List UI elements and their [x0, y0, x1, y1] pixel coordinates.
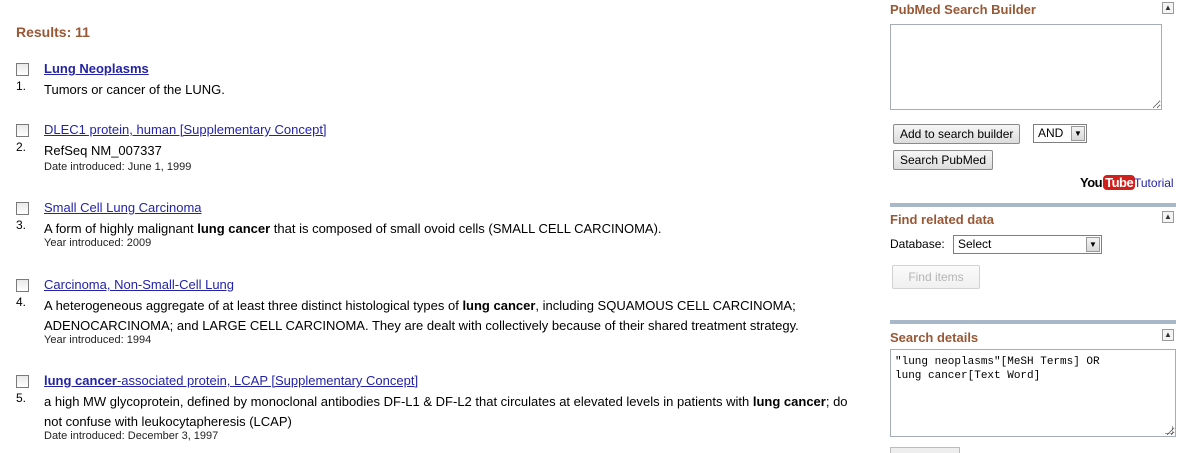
database-label: Database: [890, 237, 945, 251]
youtube-logo[interactable]: You Tube [1080, 175, 1136, 190]
search-builder-title: PubMed Search Builder [890, 2, 1036, 17]
search-details-textarea[interactable]: "lung neoplasms"[MeSH Terms] OR lung can… [890, 349, 1176, 437]
section-divider [890, 203, 1176, 207]
resize-grip-icon[interactable] [1165, 426, 1173, 434]
result-description: Tumors or cancer of the LUNG. [44, 82, 225, 97]
result-description: a high MW glycoprotein, defined by monoc… [44, 394, 848, 429]
collapse-icon[interactable]: ▲ [1162, 211, 1174, 223]
result-description: A heterogeneous aggregate of at least th… [44, 298, 799, 333]
result-title-link[interactable]: Carcinoma, Non-Small-Cell Lung [44, 277, 234, 292]
collapse-icon[interactable]: ▲ [1162, 2, 1174, 14]
result-title-link[interactable]: lung cancer-associated protein, LCAP [Su… [44, 373, 418, 388]
result-number: 5. [16, 391, 27, 405]
database-select[interactable]: Select ▼ [953, 235, 1102, 254]
search-pubmed-button[interactable]: Search PubMed [893, 150, 994, 170]
operator-select[interactable]: AND ▼ [1033, 124, 1087, 143]
search-button-partial[interactable] [890, 447, 960, 453]
search-builder-textarea[interactable] [890, 24, 1162, 110]
result-title-link[interactable]: Lung Neoplasms [44, 61, 149, 76]
chevron-down-icon: ▼ [1086, 237, 1100, 252]
result-title-link[interactable]: Small Cell Lung Carcinoma [44, 200, 202, 215]
result-number: 3. [16, 218, 27, 232]
results-count: Results: 11 [16, 24, 90, 40]
result-checkbox[interactable] [16, 124, 29, 137]
find-items-button[interactable]: Find items [892, 265, 980, 289]
result-checkbox[interactable] [16, 375, 29, 388]
result-checkbox[interactable] [16, 202, 29, 215]
result-title-link[interactable]: DLEC1 protein, human [Supplementary Conc… [44, 122, 327, 137]
database-value: Select [958, 237, 992, 251]
result-date: Year introduced: 1994 [44, 334, 152, 346]
collapse-icon[interactable]: ▲ [1162, 329, 1174, 341]
result-checkbox[interactable] [16, 279, 29, 292]
tutorial-link[interactable]: Tutorial [1134, 176, 1174, 190]
result-description: RefSeq NM_007337 [44, 143, 162, 158]
add-to-search-builder-button[interactable]: Add to search builder [893, 124, 1021, 144]
result-date: Date introduced: June 1, 1999 [44, 161, 192, 173]
find-related-data-title: Find related data [890, 212, 995, 227]
operator-value: AND [1038, 126, 1064, 140]
result-checkbox[interactable] [16, 63, 29, 76]
result-date: Year introduced: 2009 [44, 237, 152, 249]
result-date: Date introduced: December 3, 1997 [44, 430, 219, 442]
result-number: 2. [16, 140, 27, 154]
search-details-title: Search details [890, 330, 979, 345]
result-number: 4. [16, 295, 27, 309]
result-description: A form of highly malignant lung cancer t… [44, 221, 662, 236]
chevron-down-icon: ▼ [1071, 126, 1085, 141]
result-number: 1. [16, 79, 27, 93]
section-divider [890, 320, 1176, 324]
